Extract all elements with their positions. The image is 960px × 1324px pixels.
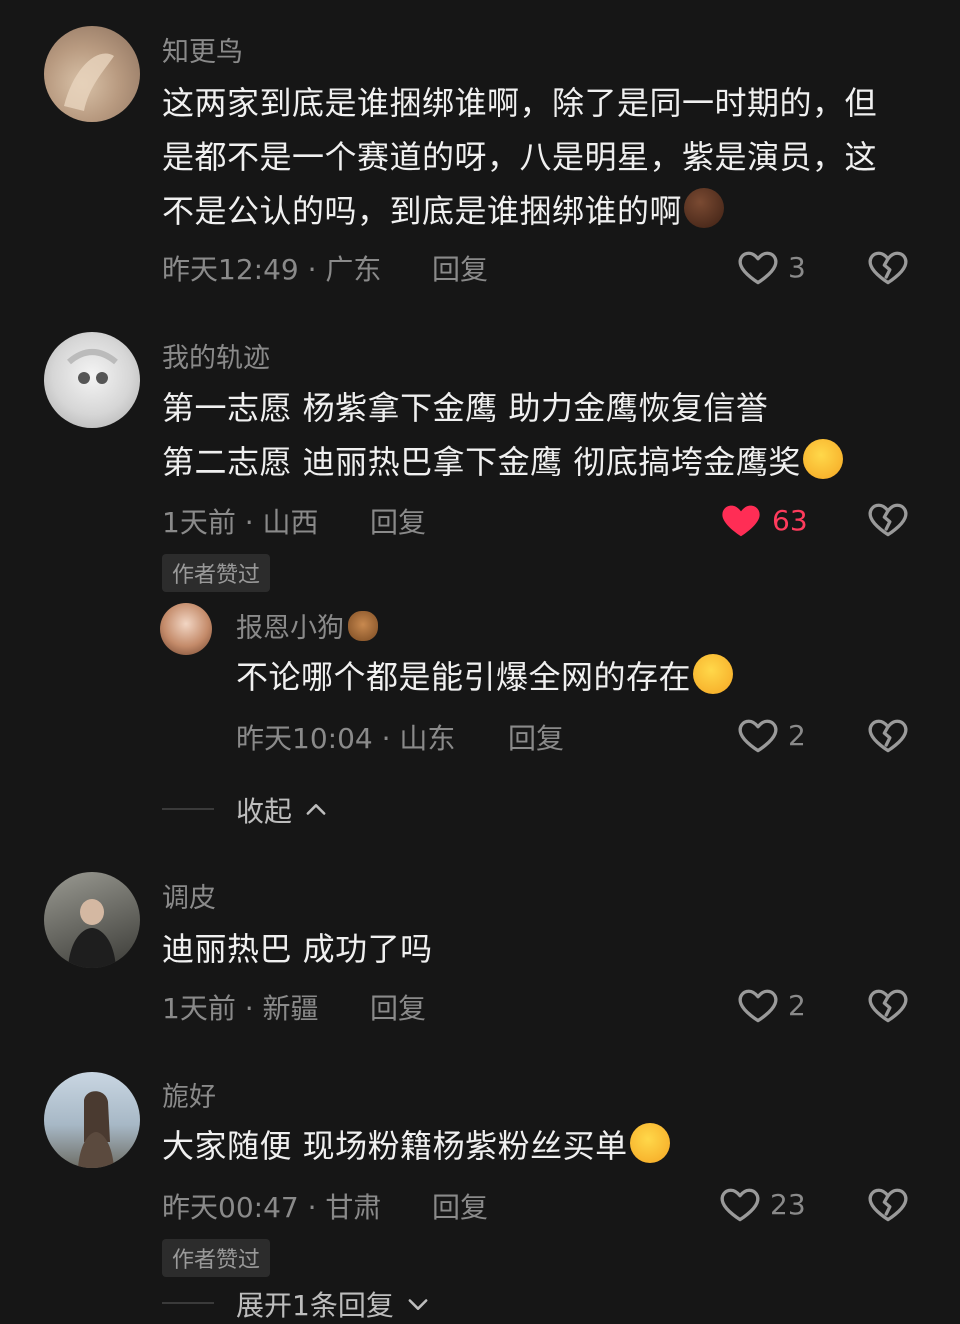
collapse-replies-button[interactable]: 收起 [236, 790, 330, 830]
like-count: 2 [788, 988, 806, 1022]
comment-line: 不是公认的吗，到底是谁捆绑谁的啊 [162, 184, 877, 238]
username[interactable]: 我的轨迹 [162, 336, 270, 375]
like-button[interactable]: 2 [736, 983, 806, 1027]
divider [162, 1302, 214, 1304]
like-button[interactable]: 3 [736, 245, 806, 289]
like-button[interactable]: 2 [736, 713, 806, 757]
time-location: 昨天12:49 · 广东 [162, 253, 382, 286]
laughing-emoji-icon [802, 439, 843, 479]
comment-line: 这两家到底是谁捆绑谁啊，除了是同一时期的，但 [162, 84, 878, 122]
comment-line: 迪丽热巴 成功了吗 [162, 930, 433, 968]
broken-heart-icon[interactable] [866, 245, 910, 289]
broken-heart-icon[interactable] [866, 497, 910, 541]
time-location: 1天前 · 新疆 [162, 992, 319, 1025]
heart-outline-icon [718, 1182, 762, 1226]
comment-line: 第一志愿 杨紫拿下金鹰 助力金鹰恢复信誉 [162, 389, 769, 427]
heart-outline-icon [736, 983, 780, 1027]
heart-outline-icon [736, 245, 780, 289]
comment-text: 迪丽热巴 成功了吗 [162, 922, 433, 976]
broken-heart-icon[interactable] [866, 713, 910, 757]
expand-label: 展开1条回复 [236, 1289, 394, 1322]
author-liked-badge: 作者赞过 [162, 554, 271, 592]
comment-line-text: 不是公认的吗，到底是谁捆绑谁的啊 [162, 192, 683, 230]
avatar[interactable] [160, 603, 212, 655]
comment-line: 第二志愿 迪丽热巴拿下金鹰 彻底搞垮金鹰奖 [162, 435, 843, 489]
author-liked-badge: 作者赞过 [162, 1239, 271, 1277]
reply-text-content: 不论哪个都是能引爆全网的存在 [236, 658, 692, 696]
username[interactable]: 旎好 [162, 1075, 216, 1114]
chevron-up-icon [306, 804, 326, 815]
username[interactable]: 知更鸟 [162, 30, 243, 69]
comment-text: 这两家到底是谁捆绑谁啊，除了是同一时期的，但 是都不是一个赛道的呀，八是明星，紫… [162, 76, 877, 238]
comment-line: 是都不是一个赛道的呀，八是明星，紫是演员，这 [162, 138, 878, 176]
like-count: 3 [788, 250, 806, 284]
time-location: 1天前 · 山西 [162, 506, 319, 539]
collapse-label: 收起 [236, 795, 293, 828]
username[interactable]: 调皮 [162, 876, 216, 915]
like-count: 2 [788, 718, 806, 752]
like-button[interactable]: 63 [718, 497, 808, 543]
reply-button[interactable]: 回复 [508, 717, 564, 757]
avatar[interactable] [44, 26, 140, 122]
time-location: 昨天00:47 · 甘肃 [162, 1191, 382, 1224]
reply-text: 不论哪个都是能引爆全网的存在 [236, 650, 734, 704]
broken-heart-icon[interactable] [866, 983, 910, 1027]
comment-text: 第一志愿 杨紫拿下金鹰 助力金鹰恢复信誉 第二志愿 迪丽热巴拿下金鹰 彻底搞垮金… [162, 381, 843, 489]
smirk-emoji-icon [684, 188, 725, 228]
divider [162, 808, 214, 810]
heart-outline-icon [736, 713, 780, 757]
chevron-down-icon [408, 1299, 428, 1310]
broken-heart-icon[interactable] [866, 1182, 910, 1226]
like-button[interactable]: 23 [718, 1182, 806, 1226]
comment-line-text: 大家随便 现场粉籍杨紫粉丝买单 [162, 1127, 628, 1165]
avatar[interactable] [44, 872, 140, 968]
reply-button[interactable]: 回复 [370, 501, 426, 541]
avatar[interactable] [44, 1072, 140, 1168]
comment-text: 大家随便 现场粉籍杨紫粉丝买单 [162, 1119, 670, 1173]
expand-replies-button[interactable]: 展开1条回复 [236, 1284, 432, 1324]
like-count: 23 [770, 1187, 806, 1221]
reply-button[interactable]: 回复 [432, 248, 488, 288]
username[interactable]: 报恩小狗 [236, 606, 378, 645]
reply-button[interactable]: 回复 [432, 1186, 488, 1226]
like-count: 63 [772, 503, 808, 537]
time-location: 昨天10:04 · 山东 [236, 722, 456, 755]
comment-line: 大家随便 现场粉籍杨紫粉丝买单 [162, 1119, 670, 1173]
winking-tongue-emoji-icon [693, 654, 734, 694]
avatar[interactable] [44, 332, 140, 428]
pleading-emoji-icon [629, 1123, 670, 1163]
reply-button[interactable]: 回复 [370, 987, 426, 1027]
dog-emoji-icon [348, 611, 378, 641]
heart-filled-icon [718, 497, 764, 543]
comment-line-text: 第二志愿 迪丽热巴拿下金鹰 彻底搞垮金鹰奖 [162, 443, 801, 481]
username-text: 报恩小狗 [236, 613, 344, 644]
